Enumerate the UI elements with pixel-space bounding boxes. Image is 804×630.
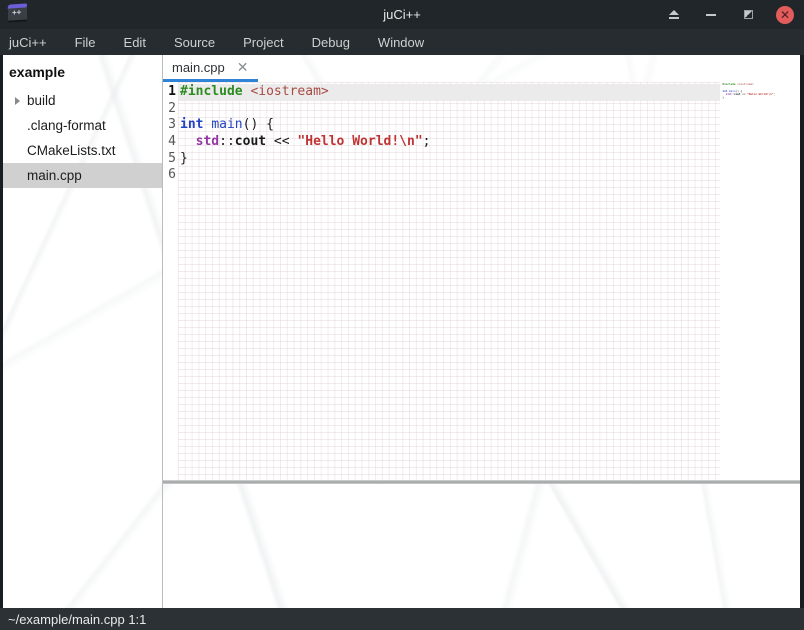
code-token: int [180, 117, 203, 132]
minimap-area: #include <iostream>int main() { std::cou… [720, 82, 800, 480]
minimize-button[interactable] [702, 6, 720, 24]
terminal-panel[interactable] [163, 484, 800, 608]
restore-icon [744, 10, 753, 19]
gutter: 123456 [163, 82, 178, 480]
file-tree-sidebar: example build .clang-format CMakeLists.txt… [3, 55, 162, 608]
code-token: << [266, 134, 297, 149]
code-token: <iostream> [250, 84, 328, 99]
tree-item-label: main.cpp [27, 168, 82, 183]
tab-label: main.cpp [172, 60, 225, 75]
tabbar: main.cpp ✕ [163, 55, 800, 82]
status-file-position: ~/example/main.cpp 1:1 [0, 612, 146, 627]
titlebar: juCi++ ✕ [0, 0, 804, 29]
code-token: ; [423, 134, 431, 149]
code-token: :: [219, 134, 235, 149]
menu-file[interactable]: File [61, 29, 110, 55]
tab-main-cpp[interactable]: main.cpp ✕ [163, 55, 258, 82]
code-line [178, 101, 720, 118]
tree-item-build[interactable]: build [3, 88, 162, 113]
code-token: ; [773, 93, 775, 96]
code-token: } [722, 96, 724, 99]
code-token: #include [722, 83, 735, 86]
code-line: } [178, 151, 720, 168]
code-area[interactable]: #include <iostream>int main() { std::cou… [178, 82, 720, 480]
app-window: juCi++ ✕ juCi++ File Edit Source Project… [0, 0, 804, 630]
shade-button[interactable] [665, 6, 683, 24]
line-number: 2 [163, 101, 178, 118]
tree-item--clang-format[interactable]: .clang-format [3, 113, 162, 138]
tree-root-example[interactable]: example [3, 61, 162, 83]
menu-edit[interactable]: Edit [110, 29, 160, 55]
tree-item-cmakelists-txt[interactable]: CMakeLists.txt [3, 138, 162, 163]
code-token: } [180, 151, 188, 166]
close-button[interactable]: ✕ [776, 6, 794, 24]
line-number: 5 [163, 151, 178, 168]
window-controls: ✕ [665, 0, 794, 29]
code-token [180, 134, 196, 149]
editor-column: main.cpp ✕ 123456 #include <iostream>int… [163, 55, 800, 608]
main-area: example build .clang-format CMakeLists.txt… [0, 55, 804, 608]
line-number: 3 [163, 117, 178, 134]
tree-items: build .clang-format CMakeLists.txt main.cpp [3, 88, 162, 188]
menu-jucipp[interactable]: juCi++ [0, 29, 61, 55]
close-icon: ✕ [780, 9, 790, 21]
line-number: 1 [163, 84, 178, 101]
menu-debug[interactable]: Debug [298, 29, 364, 55]
tab-close-icon[interactable]: ✕ [237, 60, 249, 74]
code-line [722, 100, 785, 103]
shade-icon [669, 10, 679, 19]
menubar: juCi++ File Edit Source Project Debug Wi… [0, 29, 804, 55]
menu-project[interactable]: Project [229, 29, 297, 55]
code-token: std [196, 134, 219, 149]
code-token: () { [243, 117, 274, 132]
code-token: cout [235, 134, 266, 149]
expander-icon[interactable] [9, 97, 25, 105]
code-line [178, 167, 720, 184]
code-line: #include <iostream> [178, 84, 720, 101]
tree-item-label: CMakeLists.txt [27, 143, 116, 158]
window-right-border [800, 55, 804, 608]
minimap[interactable]: #include <iostream>int main() { std::cou… [722, 83, 785, 103]
code-token: main [211, 117, 242, 132]
restore-button[interactable] [739, 6, 757, 24]
code-token: <iostream> [737, 83, 753, 86]
code-token: "Hello World!\n" [747, 93, 773, 96]
line-number: 4 [163, 134, 178, 151]
code-token: #include [180, 84, 243, 99]
menu-window[interactable]: Window [364, 29, 438, 55]
code-line: std::cout << "Hello World!\n"; [178, 134, 720, 151]
code-token: "Hello World!\n" [297, 134, 422, 149]
statusbar: ~/example/main.cpp 1:1 [0, 608, 804, 630]
menu-source[interactable]: Source [160, 29, 229, 55]
code-line: int main() { [178, 117, 720, 134]
source-editor: 123456 #include <iostream>int main() { s… [163, 82, 800, 480]
tree-item-label: build [27, 93, 56, 108]
minimize-icon [706, 14, 716, 16]
line-number: 6 [163, 167, 178, 184]
tree-item-label: .clang-format [27, 118, 106, 133]
tree-item-main-cpp[interactable]: main.cpp [3, 163, 162, 188]
